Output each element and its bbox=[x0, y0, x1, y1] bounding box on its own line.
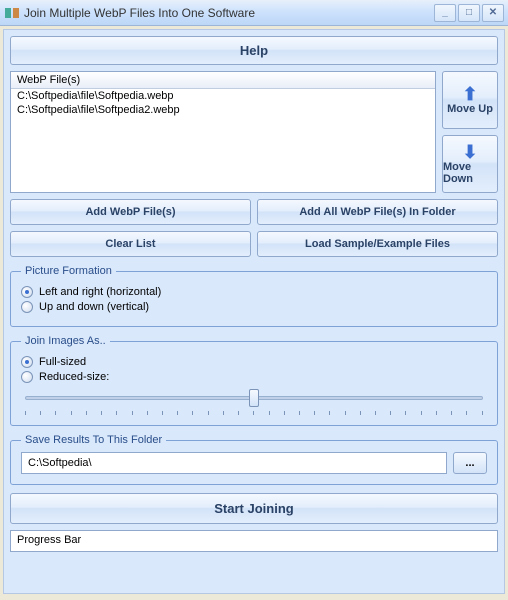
reduce-size-slider[interactable] bbox=[25, 389, 483, 409]
formation-horizontal-label: Left and right (horizontal) bbox=[39, 286, 161, 298]
arrow-up-icon: ⬆ bbox=[462, 85, 477, 103]
join-full-label: Full-sized bbox=[39, 356, 86, 368]
main-panel: Help WebP File(s) C:\Softpedia\file\Soft… bbox=[3, 29, 505, 594]
app-icon bbox=[4, 5, 20, 21]
move-up-label: Move Up bbox=[447, 103, 493, 115]
load-sample-button[interactable]: Load Sample/Example Files bbox=[257, 231, 498, 257]
progress-bar: Progress Bar bbox=[10, 530, 498, 552]
help-button[interactable]: Help bbox=[10, 36, 498, 65]
minimize-button[interactable]: _ bbox=[434, 4, 456, 22]
join-as-legend: Join Images As.. bbox=[21, 335, 110, 347]
slider-thumb[interactable] bbox=[249, 389, 259, 407]
save-folder-group: Save Results To This Folder ... bbox=[10, 434, 498, 485]
titlebar: Join Multiple WebP Files Into One Softwa… bbox=[0, 0, 508, 26]
picture-formation-group: Picture Formation Left and right (horizo… bbox=[10, 265, 498, 327]
formation-legend: Picture Formation bbox=[21, 265, 116, 277]
file-list[interactable]: WebP File(s) C:\Softpedia\file\Softpedia… bbox=[10, 71, 436, 193]
formation-vertical-label: Up and down (vertical) bbox=[39, 301, 149, 313]
browse-button[interactable]: ... bbox=[453, 452, 487, 474]
radio-icon bbox=[21, 371, 33, 383]
list-item[interactable]: C:\Softpedia\file\Softpedia.webp bbox=[11, 89, 435, 103]
radio-icon bbox=[21, 356, 33, 368]
window-title: Join Multiple WebP Files Into One Softwa… bbox=[24, 6, 434, 20]
window-controls: _ □ ✕ bbox=[434, 4, 504, 22]
join-full-option[interactable]: Full-sized bbox=[21, 356, 487, 368]
save-path-input[interactable] bbox=[21, 452, 447, 474]
file-section: WebP File(s) C:\Softpedia\file\Softpedia… bbox=[10, 71, 498, 193]
clear-list-button[interactable]: Clear List bbox=[10, 231, 251, 257]
join-reduced-option[interactable]: Reduced-size: bbox=[21, 371, 487, 383]
move-buttons: ⬆ Move Up ⬇ Move Down bbox=[442, 71, 498, 193]
file-list-header[interactable]: WebP File(s) bbox=[11, 72, 435, 89]
close-button[interactable]: ✕ bbox=[482, 4, 504, 22]
move-down-button[interactable]: ⬇ Move Down bbox=[442, 135, 498, 193]
formation-horizontal-option[interactable]: Left and right (horizontal) bbox=[21, 286, 487, 298]
save-legend: Save Results To This Folder bbox=[21, 434, 166, 446]
start-joining-button[interactable]: Start Joining bbox=[10, 493, 498, 524]
move-up-button[interactable]: ⬆ Move Up bbox=[442, 71, 498, 129]
arrow-down-icon: ⬇ bbox=[462, 143, 477, 161]
add-files-button[interactable]: Add WebP File(s) bbox=[10, 199, 251, 225]
add-folder-button[interactable]: Add All WebP File(s) In Folder bbox=[257, 199, 498, 225]
action-buttons: Add WebP File(s) Add All WebP File(s) In… bbox=[10, 199, 498, 257]
radio-icon bbox=[21, 286, 33, 298]
list-item[interactable]: C:\Softpedia\file\Softpedia2.webp bbox=[11, 103, 435, 117]
join-reduced-label: Reduced-size: bbox=[39, 371, 109, 383]
formation-vertical-option[interactable]: Up and down (vertical) bbox=[21, 301, 487, 313]
radio-icon bbox=[21, 301, 33, 313]
move-down-label: Move Down bbox=[443, 161, 497, 185]
join-images-as-group: Join Images As.. Full-sized Reduced-size… bbox=[10, 335, 498, 426]
slider-ticks bbox=[25, 411, 483, 415]
maximize-button[interactable]: □ bbox=[458, 4, 480, 22]
